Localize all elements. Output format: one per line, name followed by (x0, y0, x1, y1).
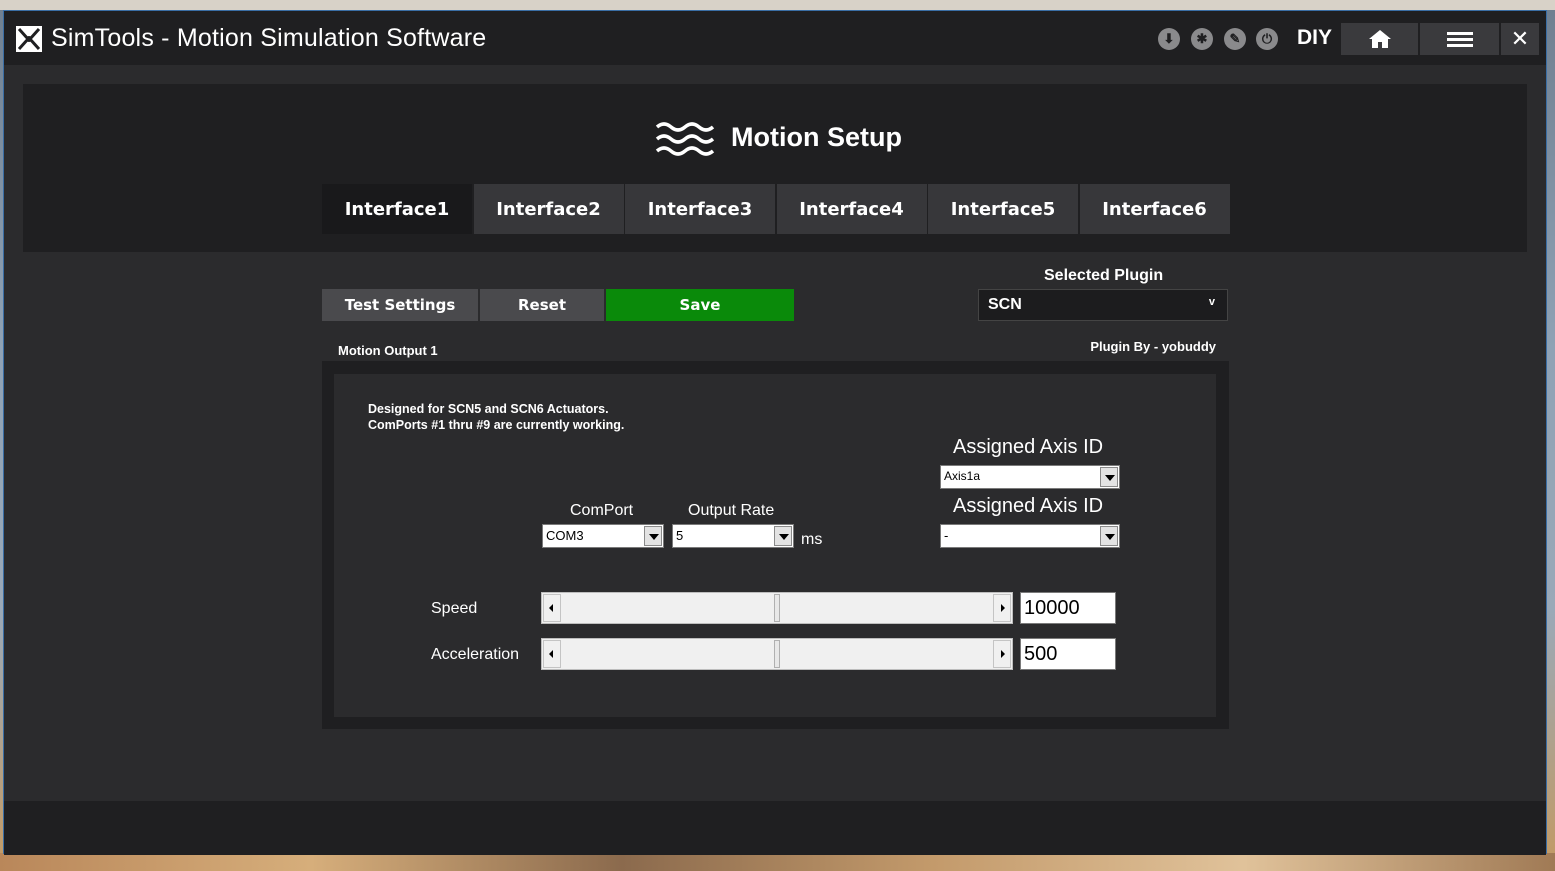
simtools-logo-icon (16, 26, 42, 52)
download-icon[interactable]: ⬇ (1158, 28, 1180, 50)
test-settings-button[interactable]: Test Settings (322, 289, 478, 321)
desktop-background-top (0, 0, 1555, 10)
save-button[interactable]: Save (606, 289, 794, 321)
interface-tabs: Interface1 Interface2 Interface3 Interfa… (322, 184, 1231, 234)
acceleration-label: Acceleration (431, 646, 520, 663)
plugin-select[interactable]: SCN v (978, 289, 1228, 321)
assigned-axis-value-2: - (944, 528, 949, 543)
speed-input[interactable]: 10000 (1020, 592, 1116, 624)
reset-button[interactable]: Reset (480, 289, 604, 321)
description-line-1: Designed for SCN5 and SCN6 Actuators. (368, 402, 609, 416)
acceleration-slider[interactable] (541, 638, 1013, 670)
power-icon[interactable]: ⏻ (1256, 28, 1278, 50)
motion-output-panel: Designed for SCN5 and SCN6 Actuators. Co… (322, 361, 1229, 729)
output-rate-select[interactable]: 5 (672, 524, 794, 548)
edit-icon[interactable]: ✎ (1224, 28, 1246, 50)
dropdown-arrow-icon[interactable] (1100, 526, 1118, 546)
output-rate-value: 5 (676, 528, 684, 543)
desktop-background-bottom (0, 853, 1555, 871)
close-button[interactable]: ✕ (1501, 23, 1539, 55)
page-title: Motion Setup (731, 122, 902, 152)
description-line-2: ComPorts #1 thru #9 are currently workin… (368, 418, 625, 432)
speed-label: Speed (431, 600, 478, 617)
dropdown-arrow-icon[interactable] (644, 526, 662, 546)
plugin-author-label: Plugin By - yobuddy (1090, 339, 1216, 354)
motion-output-label: Motion Output 1 (338, 343, 438, 358)
app-window: SimTools - Motion Simulation Software ⬇ … (3, 10, 1547, 855)
window-title: SimTools - Motion Simulation Software (51, 24, 487, 52)
dropdown-arrow-icon[interactable] (774, 526, 792, 546)
assigned-axis-value-1: Axis1a (944, 469, 981, 483)
motion-output-content: Designed for SCN5 and SCN6 Actuators. Co… (334, 374, 1216, 717)
dropdown-arrow-icon[interactable] (1100, 467, 1118, 487)
home-button[interactable] (1341, 23, 1418, 55)
assigned-axis-select-1[interactable]: Axis1a (940, 465, 1120, 489)
acceleration-input[interactable]: 500 (1020, 638, 1116, 670)
comport-value: COM3 (546, 528, 584, 543)
diy-label[interactable]: DIY (1297, 26, 1332, 50)
tab-interface5[interactable]: Interface5 (928, 184, 1078, 234)
menu-icon (1446, 32, 1473, 47)
tab-interface1[interactable]: Interface1 (322, 184, 472, 234)
output-rate-unit: ms (801, 531, 823, 548)
close-icon: ✕ (1510, 26, 1530, 51)
plugin-description: Designed for SCN5 and SCN6 Actuators. Co… (368, 401, 624, 433)
scroll-left-icon[interactable] (543, 640, 561, 668)
output-rate-label: Output Rate (688, 502, 775, 519)
home-icon (1368, 30, 1391, 48)
tab-interface6[interactable]: Interface6 (1079, 184, 1230, 234)
scroll-right-icon[interactable] (993, 594, 1011, 622)
speed-slider[interactable] (541, 592, 1013, 624)
assigned-axis-select-2[interactable]: - (940, 524, 1120, 548)
comport-label: ComPort (570, 502, 634, 519)
tab-interface3[interactable]: Interface3 (625, 184, 775, 234)
settings-icon[interactable]: ✱ (1191, 28, 1213, 50)
scroll-left-icon[interactable] (543, 594, 561, 622)
plugin-select-value: SCN (988, 296, 1022, 313)
selected-plugin-label: Selected Plugin (1044, 267, 1164, 284)
scroll-right-icon[interactable] (993, 640, 1011, 668)
chevron-down-icon: v (1208, 296, 1215, 308)
header-panel: Motion Setup Interface1 Interface2 Inter… (23, 84, 1527, 252)
title-bar[interactable]: SimTools - Motion Simulation Software ⬇ … (4, 11, 1546, 65)
speed-slider-thumb[interactable] (774, 594, 780, 622)
comport-select[interactable]: COM3 (542, 524, 664, 548)
wave-icon (655, 122, 715, 156)
footer-bar (4, 801, 1546, 855)
tab-interface2[interactable]: Interface2 (473, 184, 624, 234)
assigned-axis-label-1: Assigned Axis ID (953, 436, 1104, 458)
acceleration-slider-thumb[interactable] (774, 640, 780, 668)
tab-interface4[interactable]: Interface4 (776, 184, 927, 234)
menu-button[interactable] (1420, 23, 1499, 55)
assigned-axis-label-2: Assigned Axis ID (953, 495, 1104, 517)
